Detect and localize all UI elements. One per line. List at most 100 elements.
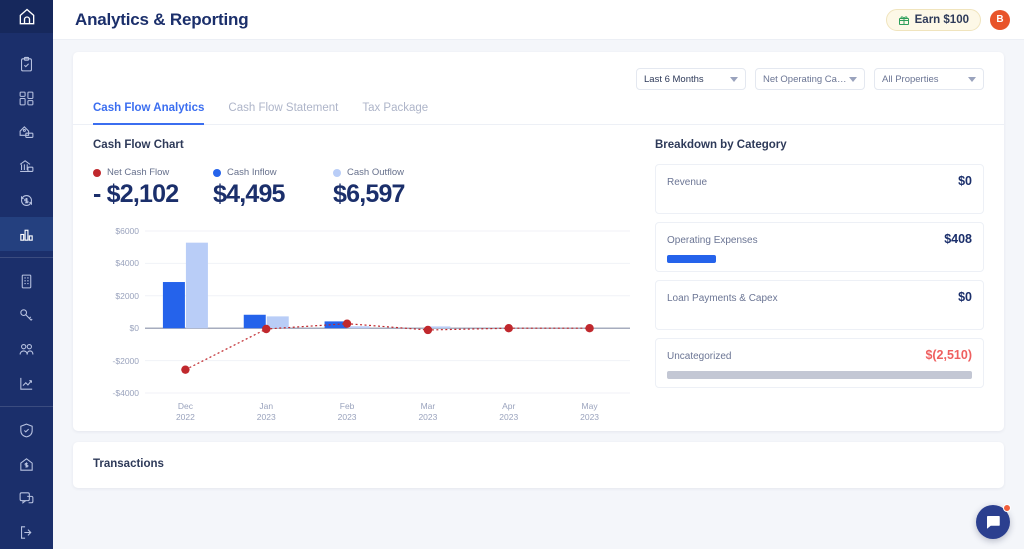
chart-data-point [504, 324, 513, 333]
chart-x-tick-year: 2023 [418, 412, 438, 422]
sidebar-item-dashboard[interactable] [0, 81, 53, 115]
chart-x-tick-month: Feb [339, 401, 355, 411]
legend-cash-outflow: Cash Outflow $6,597 [333, 167, 453, 209]
chart-bar [428, 326, 451, 329]
legend-cash-inflow: Cash Inflow $4,495 [213, 167, 333, 209]
sidebar-item-leases[interactable] [0, 298, 53, 332]
earn-reward-label: Earn $100 [914, 13, 969, 26]
filter-metric[interactable]: Net Operating Cas... [755, 68, 865, 90]
sidebar-item-tasks[interactable] [0, 47, 53, 81]
avatar[interactable]: B [990, 9, 1010, 30]
sidebar-item-performance[interactable] [0, 366, 53, 400]
breakdown-item-value: $(2,510) [925, 348, 972, 362]
chart-x-tick-month: May [581, 401, 598, 411]
key-icon [20, 308, 33, 321]
chart-x-tick: May 2023 [560, 401, 620, 423]
top-bar-actions: Earn $100 B [885, 8, 1010, 31]
breakdown-bar [667, 255, 716, 263]
sidebar-item-insurance[interactable] [0, 413, 53, 447]
chart-y-tick: -$2000 [112, 355, 139, 366]
breakdown-item-value: $408 [944, 232, 972, 246]
tab-cash-flow-analytics[interactable]: Cash Flow Analytics [93, 102, 205, 125]
chart-x-tick-year: 2023 [499, 412, 519, 422]
chart-y-tick: $2000 [115, 290, 139, 301]
legend-value: - $2,102 [93, 180, 179, 208]
chart-x-tick-month: Jan [259, 401, 274, 411]
earn-reward-button[interactable]: Earn $100 [885, 8, 981, 31]
chart-data-point [342, 319, 352, 328]
breakdown-bar-track [667, 255, 972, 263]
legend-label: Cash Inflow [227, 167, 277, 178]
dashboard-grid-icon [19, 91, 34, 105]
breakdown-item[interactable]: Operating Expenses $408 [655, 222, 984, 272]
sidebar-item-properties[interactable] [0, 115, 53, 149]
chart-data-point [423, 325, 433, 335]
breakdown-panel: Breakdown by Category Revenue $0 Operating… [643, 125, 1004, 431]
chart-bar [162, 282, 185, 329]
bank-icon [19, 159, 34, 172]
chart-x-tick-month: Mar [420, 401, 436, 411]
legend-dot-icon [333, 168, 341, 177]
chart-x-tick: Mar 2023 [398, 401, 458, 423]
cash-flow-chart[interactable]: $6000 $4000 $2000 $0 -$2000 -$4000 Dec 2022 Jan 2… [93, 221, 638, 431]
transactions-card: Transactions [73, 442, 1004, 488]
breakdown-item[interactable]: Loan Payments & Capex $0 [655, 280, 984, 330]
shield-check-icon [20, 423, 33, 437]
breakdown-bar-track [667, 371, 972, 379]
sidebar-item-loans[interactable] [0, 447, 53, 481]
chart-x-tick: Jan 2023 [236, 401, 296, 423]
breakdown-item[interactable]: Revenue $0 [655, 164, 984, 214]
app-logo[interactable] [0, 0, 53, 33]
sidebar-item-units[interactable] [0, 264, 53, 298]
filter-date-range[interactable]: Last 6 Months [636, 68, 746, 90]
breakdown-bar-track [667, 313, 972, 321]
sidebar-item-analytics[interactable] [0, 217, 53, 251]
chart-data-point [181, 365, 190, 374]
chevron-down-icon [968, 76, 976, 82]
chart-x-tick-year: 2023 [337, 412, 357, 422]
chart-x-tick-month: Dec [177, 401, 193, 411]
chart-x-tick: Apr 2023 [479, 401, 539, 423]
transactions-title: Transactions [93, 458, 164, 470]
chart-x-tick-month: Apr [502, 401, 516, 411]
filter-metric-value: Net Operating Cas... [763, 73, 849, 85]
breakdown-item-name: Operating Expenses [667, 235, 758, 246]
chart-legend: Net Cash Flow - $2,102 Cash Inflow $4,49… [93, 167, 643, 209]
sidebar-item-banking[interactable] [0, 149, 53, 183]
chart-y-tick: $0 [129, 323, 139, 334]
tab-tax-package[interactable]: Tax Package [362, 102, 428, 124]
filter-properties-value: All Properties [882, 73, 939, 85]
chart-x-tick: Feb 2023 [317, 401, 377, 423]
content-area: Last 6 Months Net Operating Cas... All P… [53, 40, 1024, 549]
sidebar-item-payments[interactable] [0, 183, 53, 217]
chart-data-point [585, 324, 594, 333]
chart-bar [266, 316, 289, 329]
breakdown-item[interactable]: Uncategorized $(2,510) [655, 338, 984, 388]
sidebar-item-tenants[interactable] [0, 332, 53, 366]
tab-cash-flow-statement[interactable]: Cash Flow Statement [228, 102, 338, 124]
building-icon [21, 274, 32, 288]
chart-bar [185, 242, 208, 329]
breakdown-item-name: Uncategorized [667, 351, 732, 362]
legend-value: $6,597 [333, 180, 405, 208]
chevron-down-icon [849, 76, 857, 82]
chart-x-tick-year: 2022 [175, 412, 195, 422]
chart-y-tick: $6000 [115, 226, 139, 236]
legend-label: Net Cash Flow [107, 167, 170, 178]
filter-properties[interactable]: All Properties [874, 68, 984, 90]
chart-y-tick: $4000 [115, 258, 139, 269]
chart-bar [243, 314, 266, 329]
clipboard-check-icon [21, 56, 32, 71]
chart-net-line [185, 323, 590, 371]
chart-x-tick: Dec 2022 [155, 401, 215, 423]
tab-bar: Cash Flow Analytics Cash Flow Statement … [73, 96, 1004, 125]
analytics-card: Last 6 Months Net Operating Cas... All P… [73, 52, 1004, 431]
card-body: Cash Flow Chart Net Cash Flow - $2,102 C… [73, 125, 1004, 431]
breakdown-list: Revenue $0 Operating Expenses $408 Loan Paym… [655, 164, 984, 388]
chart-svg [145, 230, 630, 394]
sidebar [0, 0, 53, 549]
bar-chart-icon [20, 229, 33, 241]
chat-bubble-icon [987, 516, 1000, 529]
sidebar-item-logout[interactable] [0, 515, 53, 549]
sidebar-item-support[interactable] [0, 481, 53, 515]
